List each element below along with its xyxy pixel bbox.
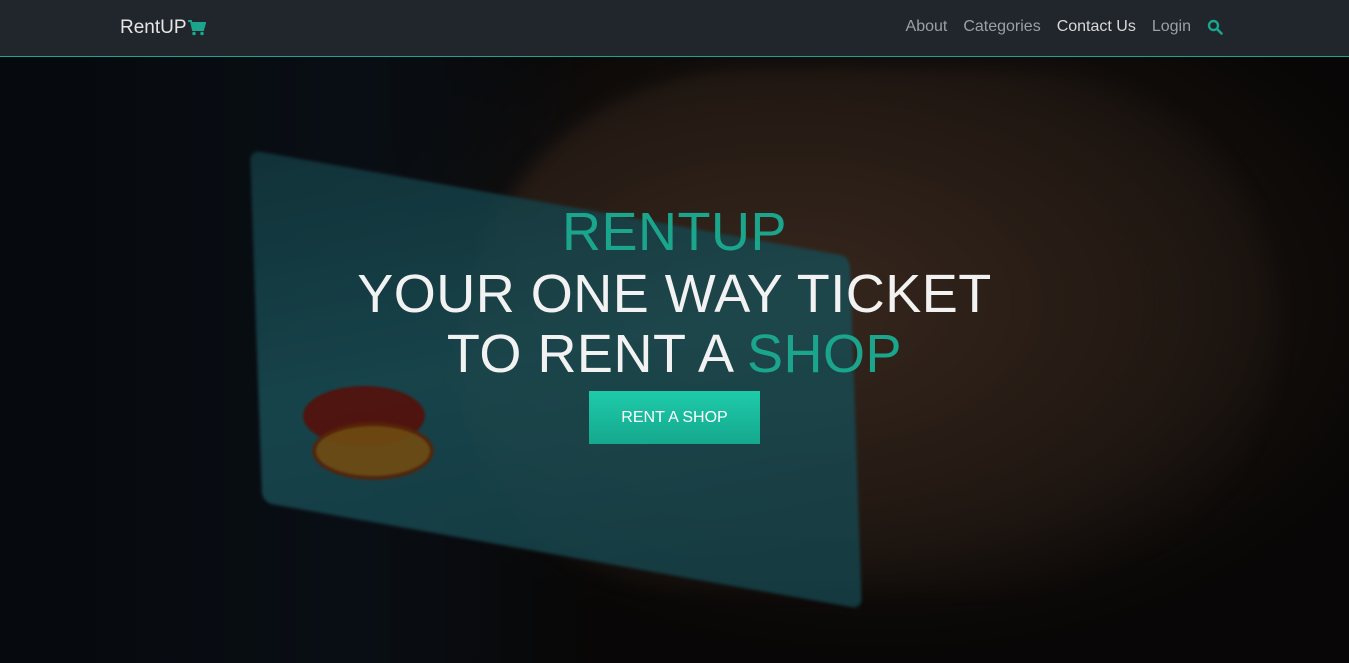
hero-title-rentup: RENTUP xyxy=(561,202,787,262)
search-icon[interactable] xyxy=(1207,19,1223,35)
hero-tagline-line2: TO RENT A SHOP xyxy=(0,324,1349,384)
nav-links: About Categories Contact Us Login xyxy=(906,18,1223,36)
hero-tagline-prefix: TO RENT A xyxy=(446,324,748,384)
nav-link-about[interactable]: About xyxy=(906,18,948,36)
brand-name: RentUP xyxy=(120,17,187,38)
shopping-cart-icon xyxy=(187,20,206,36)
nav-link-login[interactable]: Login xyxy=(1152,18,1191,36)
hero-tagline-line1: YOUR ONE WAY TICKET xyxy=(357,264,992,324)
brand-logo[interactable]: RentUP xyxy=(120,17,206,39)
hero-tagline-accent: SHOP xyxy=(747,324,903,384)
top-navbar: RentUP About Categories Contact Us Login xyxy=(0,0,1349,57)
nav-link-categories[interactable]: Categories xyxy=(963,18,1040,36)
nav-link-contact-us[interactable]: Contact Us xyxy=(1057,18,1136,36)
rent-a-shop-button[interactable]: RENT A SHOP xyxy=(589,391,760,444)
hero-headline: RENTUP YOUR ONE WAY TICKET TO RENT A SHO… xyxy=(0,200,1349,384)
